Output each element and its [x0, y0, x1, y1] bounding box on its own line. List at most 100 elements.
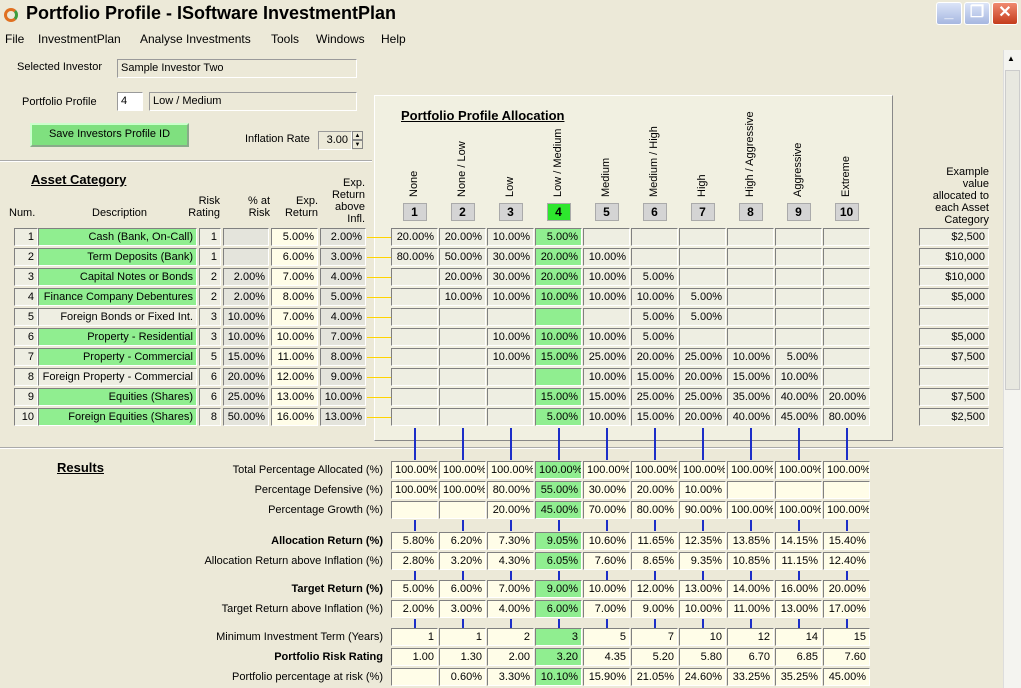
allocation-cell[interactable]: 30.00%	[487, 248, 534, 266]
row-exp-return[interactable]: 5.00%	[271, 228, 318, 246]
allocation-cell[interactable]: 10.00%	[487, 348, 534, 366]
row-exp-return[interactable]: 12.00%	[271, 368, 318, 386]
row-exp-return[interactable]: 13.00%	[271, 388, 318, 406]
allocation-cell[interactable]	[535, 368, 582, 386]
save-profile-button[interactable]: Save Investors Profile ID	[30, 123, 189, 147]
allocation-cell[interactable]	[727, 248, 774, 266]
allocation-cell[interactable]: 20.00%	[391, 228, 438, 246]
allocation-cell[interactable]: 10.00%	[583, 328, 630, 346]
allocation-cell[interactable]: 10.00%	[583, 408, 630, 426]
profile-number-9[interactable]: 9	[786, 203, 811, 221]
allocation-cell[interactable]: 5.00%	[679, 308, 726, 326]
allocation-cell[interactable]: 35.00%	[727, 388, 774, 406]
profile-number-7[interactable]: 7	[690, 203, 715, 221]
allocation-cell[interactable]: 25.00%	[631, 388, 678, 406]
allocation-cell[interactable]	[727, 288, 774, 306]
allocation-cell[interactable]: 15.00%	[535, 348, 582, 366]
allocation-cell[interactable]	[391, 308, 438, 326]
allocation-cell[interactable]: 15.00%	[535, 388, 582, 406]
allocation-cell[interactable]: 5.00%	[631, 308, 678, 326]
allocation-cell[interactable]	[487, 408, 534, 426]
allocation-cell[interactable]	[823, 348, 870, 366]
allocation-cell[interactable]	[439, 308, 486, 326]
allocation-cell[interactable]	[775, 288, 822, 306]
allocation-cell[interactable]	[391, 408, 438, 426]
allocation-cell[interactable]: 5.00%	[535, 408, 582, 426]
row-description[interactable]: Capital Notes or Bonds	[38, 268, 197, 286]
allocation-cell[interactable]: 20.00%	[535, 248, 582, 266]
minimize-button[interactable]: _	[936, 2, 962, 25]
row-exp-return[interactable]: 8.00%	[271, 288, 318, 306]
selected-investor-field[interactable]: Sample Investor Two	[117, 59, 357, 78]
close-button[interactable]: ✕	[992, 2, 1018, 25]
allocation-cell[interactable]: 30.00%	[487, 268, 534, 286]
menu-windows[interactable]: Windows	[316, 32, 365, 46]
allocation-cell[interactable]: 20.00%	[439, 228, 486, 246]
spin-up-icon[interactable]: ▲	[352, 131, 363, 140]
allocation-cell[interactable]: 5.00%	[631, 268, 678, 286]
allocation-cell[interactable]: 5.00%	[679, 288, 726, 306]
row-description[interactable]: Cash (Bank, On-Call)	[38, 228, 197, 246]
allocation-cell[interactable]: 10.00%	[583, 288, 630, 306]
profile-number-6[interactable]: 6	[642, 203, 667, 221]
spin-down-icon[interactable]: ▼	[352, 140, 363, 149]
allocation-cell[interactable]: 10.00%	[535, 328, 582, 346]
allocation-cell[interactable]	[727, 328, 774, 346]
row-description[interactable]: Property - Residential	[38, 328, 197, 346]
allocation-cell[interactable]	[439, 328, 486, 346]
allocation-cell[interactable]	[535, 308, 582, 326]
allocation-cell[interactable]	[823, 328, 870, 346]
row-exp-return[interactable]: 6.00%	[271, 248, 318, 266]
profile-number-5[interactable]: 5	[594, 203, 619, 221]
allocation-cell[interactable]	[631, 228, 678, 246]
allocation-cell[interactable]	[679, 328, 726, 346]
allocation-cell[interactable]: 40.00%	[727, 408, 774, 426]
allocation-cell[interactable]	[631, 248, 678, 266]
menu-tools[interactable]: Tools	[271, 32, 299, 46]
allocation-cell[interactable]: 5.00%	[775, 348, 822, 366]
menu-investmentplan[interactable]: InvestmentPlan	[38, 32, 121, 46]
profile-number-10[interactable]: 10	[834, 203, 859, 221]
allocation-cell[interactable]: 10.00%	[775, 368, 822, 386]
allocation-cell[interactable]: 5.00%	[535, 228, 582, 246]
row-description[interactable]: Foreign Property - Commercial	[38, 368, 197, 386]
allocation-cell[interactable]	[391, 328, 438, 346]
allocation-cell[interactable]	[823, 288, 870, 306]
allocation-cell[interactable]	[391, 388, 438, 406]
allocation-cell[interactable]: 20.00%	[679, 368, 726, 386]
allocation-cell[interactable]	[823, 248, 870, 266]
allocation-cell[interactable]	[679, 228, 726, 246]
allocation-cell[interactable]: 45.00%	[775, 408, 822, 426]
allocation-cell[interactable]	[823, 308, 870, 326]
allocation-cell[interactable]	[391, 288, 438, 306]
profile-number-4[interactable]: 4	[546, 203, 571, 221]
allocation-cell[interactable]	[727, 308, 774, 326]
allocation-cell[interactable]	[775, 248, 822, 266]
allocation-cell[interactable]	[439, 408, 486, 426]
allocation-cell[interactable]: 15.00%	[727, 368, 774, 386]
allocation-cell[interactable]	[391, 368, 438, 386]
row-exp-return[interactable]: 10.00%	[271, 328, 318, 346]
allocation-cell[interactable]: 20.00%	[439, 268, 486, 286]
row-exp-return[interactable]: 11.00%	[271, 348, 318, 366]
allocation-cell[interactable]	[583, 228, 630, 246]
row-exp-return[interactable]: 7.00%	[271, 308, 318, 326]
allocation-cell[interactable]: 20.00%	[823, 388, 870, 406]
allocation-cell[interactable]	[679, 248, 726, 266]
allocation-cell[interactable]: 10.00%	[583, 268, 630, 286]
row-description[interactable]: Foreign Bonds or Fixed Int.	[38, 308, 197, 326]
allocation-cell[interactable]: 10.00%	[487, 228, 534, 246]
allocation-cell[interactable]	[487, 308, 534, 326]
allocation-cell[interactable]	[679, 268, 726, 286]
allocation-cell[interactable]	[823, 368, 870, 386]
row-description[interactable]: Property - Commercial	[38, 348, 197, 366]
row-description[interactable]: Equities (Shares)	[38, 388, 197, 406]
allocation-cell[interactable]: 10.00%	[583, 368, 630, 386]
allocation-cell[interactable]: 80.00%	[823, 408, 870, 426]
profile-number-1[interactable]: 1	[402, 203, 427, 221]
allocation-cell[interactable]	[823, 268, 870, 286]
menu-help[interactable]: Help	[381, 32, 406, 46]
allocation-cell[interactable]: 15.00%	[631, 368, 678, 386]
allocation-cell[interactable]	[487, 368, 534, 386]
allocation-cell[interactable]: 10.00%	[631, 288, 678, 306]
